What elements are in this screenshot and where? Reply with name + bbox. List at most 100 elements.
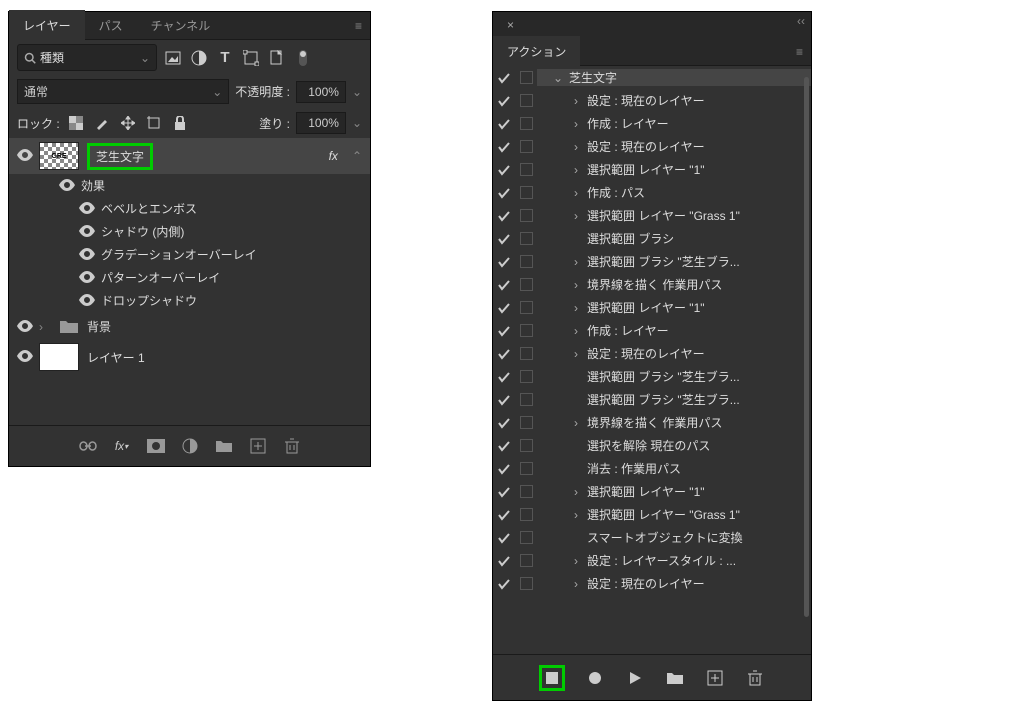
- dialog-toggle[interactable]: [515, 140, 537, 153]
- tab-channels[interactable]: チャンネル: [137, 10, 225, 41]
- fx-icon[interactable]: fx▾: [112, 436, 132, 456]
- tab-paths[interactable]: パス: [85, 10, 137, 41]
- action-row[interactable]: 選択範囲 ブラシ "芝生ブラ...: [493, 388, 811, 411]
- dialog-toggle[interactable]: [515, 462, 537, 475]
- action-label[interactable]: ›設定 : 現在のレイヤー: [537, 138, 811, 155]
- chevron-icon[interactable]: ›: [571, 554, 581, 568]
- chevron-icon[interactable]: ›: [571, 324, 581, 338]
- action-row[interactable]: ›作成 : レイヤー: [493, 319, 811, 342]
- effect-item[interactable]: シャドウ (内側): [9, 220, 370, 243]
- check-icon[interactable]: [493, 463, 515, 475]
- new-set-icon[interactable]: [665, 668, 685, 688]
- check-icon[interactable]: [493, 210, 515, 222]
- action-label[interactable]: ›設定 : 現在のレイヤー: [537, 92, 811, 109]
- action-row[interactable]: 選択範囲 ブラシ: [493, 227, 811, 250]
- eye-icon[interactable]: [79, 248, 93, 262]
- action-row[interactable]: ›設定 : 現在のレイヤー: [493, 572, 811, 595]
- mask-icon[interactable]: [146, 436, 166, 456]
- check-icon[interactable]: [493, 164, 515, 176]
- action-row[interactable]: スマートオブジェクトに変換: [493, 526, 811, 549]
- action-label[interactable]: ›作成 : レイヤー: [537, 322, 811, 339]
- dialog-toggle[interactable]: [515, 117, 537, 130]
- eye-icon[interactable]: [79, 294, 93, 308]
- action-label[interactable]: 選択範囲 ブラシ: [537, 230, 811, 247]
- check-icon[interactable]: [493, 233, 515, 245]
- dialog-toggle[interactable]: [515, 554, 537, 567]
- action-row[interactable]: 消去 : 作業用パス: [493, 457, 811, 480]
- action-label[interactable]: 選択範囲 ブラシ "芝生ブラ...: [537, 391, 811, 408]
- group-icon[interactable]: [214, 436, 234, 456]
- chevron-icon[interactable]: ›: [571, 140, 581, 154]
- dialog-toggle[interactable]: [515, 577, 537, 590]
- action-row[interactable]: ›選択範囲 レイヤー "1": [493, 158, 811, 181]
- adjustment-icon[interactable]: [180, 436, 200, 456]
- action-label[interactable]: 選択範囲 ブラシ "芝生ブラ...: [537, 368, 811, 385]
- action-label[interactable]: ›選択範囲 レイヤー "1": [537, 483, 811, 500]
- check-icon[interactable]: [493, 532, 515, 544]
- layer-row[interactable]: GRE 芝生文字 fx ⌃: [9, 138, 370, 174]
- chevron-icon[interactable]: ›: [571, 209, 581, 223]
- tab-actions[interactable]: アクション: [493, 36, 580, 67]
- effect-item[interactable]: グラデーションオーバーレイ: [9, 243, 370, 266]
- fx-indicator[interactable]: fx: [329, 149, 338, 163]
- action-row[interactable]: ›選択範囲 レイヤー "1": [493, 296, 811, 319]
- filter-text-icon[interactable]: T: [215, 48, 235, 68]
- action-row[interactable]: ›選択範囲 ブラシ "芝生ブラ...: [493, 250, 811, 273]
- lock-all-icon[interactable]: [170, 113, 190, 133]
- filter-smartobj-icon[interactable]: [267, 48, 287, 68]
- action-label[interactable]: ›作成 : パス: [537, 184, 811, 201]
- dialog-toggle[interactable]: [515, 393, 537, 406]
- action-label[interactable]: ›作成 : レイヤー: [537, 115, 811, 132]
- check-icon[interactable]: [493, 440, 515, 452]
- eye-icon[interactable]: [17, 149, 31, 163]
- check-icon[interactable]: [493, 141, 515, 153]
- chevron-up-icon[interactable]: ⌃: [352, 149, 362, 163]
- dialog-toggle[interactable]: [515, 347, 537, 360]
- action-row[interactable]: ›選択範囲 レイヤー "1": [493, 480, 811, 503]
- record-button[interactable]: [585, 668, 605, 688]
- chevron-icon[interactable]: ›: [571, 301, 581, 315]
- panel-menu-icon[interactable]: ≡: [355, 19, 362, 33]
- opacity-input[interactable]: 100%: [296, 81, 346, 103]
- dialog-toggle[interactable]: [515, 71, 537, 84]
- dialog-toggle[interactable]: [515, 439, 537, 452]
- action-label[interactable]: 消去 : 作業用パス: [537, 460, 811, 477]
- action-row[interactable]: ›設定 : 現在のレイヤー: [493, 342, 811, 365]
- chevron-icon[interactable]: ›: [571, 255, 581, 269]
- chevron-right-icon[interactable]: ›: [39, 320, 51, 334]
- action-label[interactable]: 選択を解除 現在のパス: [537, 437, 811, 454]
- lock-artboard-icon[interactable]: [144, 113, 164, 133]
- eye-icon[interactable]: [79, 271, 93, 285]
- eye-icon[interactable]: [17, 320, 31, 334]
- dialog-toggle[interactable]: [515, 508, 537, 521]
- action-label[interactable]: ›選択範囲 レイヤー "1": [537, 161, 811, 178]
- chevron-icon[interactable]: ›: [571, 485, 581, 499]
- dialog-toggle[interactable]: [515, 232, 537, 245]
- collapse-icon[interactable]: ‹‹: [797, 14, 805, 36]
- effects-header[interactable]: 効果: [9, 174, 370, 197]
- action-row[interactable]: 選択範囲 ブラシ "芝生ブラ...: [493, 365, 811, 388]
- action-row[interactable]: ›境界線を描く 作業用パス: [493, 273, 811, 296]
- effect-item[interactable]: パターンオーバーレイ: [9, 266, 370, 289]
- check-icon[interactable]: [493, 394, 515, 406]
- action-label[interactable]: ›設定 : レイヤースタイル : ...: [537, 552, 811, 569]
- action-row[interactable]: ›設定 : レイヤースタイル : ...: [493, 549, 811, 572]
- chevron-icon[interactable]: ›: [571, 117, 581, 131]
- chevron-icon[interactable]: ›: [571, 278, 581, 292]
- tab-layers[interactable]: レイヤー: [9, 10, 85, 41]
- dialog-toggle[interactable]: [515, 209, 537, 222]
- link-icon[interactable]: [78, 436, 98, 456]
- eye-icon[interactable]: [79, 225, 93, 239]
- action-label[interactable]: ›選択範囲 レイヤー "1": [537, 299, 811, 316]
- layer-row[interactable]: レイヤー 1: [9, 337, 370, 377]
- trash-icon[interactable]: [745, 668, 765, 688]
- dialog-toggle[interactable]: [515, 485, 537, 498]
- chevron-icon[interactable]: ›: [571, 577, 581, 591]
- dialog-toggle[interactable]: [515, 278, 537, 291]
- chevron-icon[interactable]: ›: [571, 163, 581, 177]
- action-label[interactable]: スマートオブジェクトに変換: [537, 529, 811, 546]
- check-icon[interactable]: [493, 325, 515, 337]
- action-row[interactable]: ›選択範囲 レイヤー "Grass 1": [493, 503, 811, 526]
- action-row[interactable]: 選択を解除 現在のパス: [493, 434, 811, 457]
- layer-name-edit[interactable]: 芝生文字: [87, 143, 153, 170]
